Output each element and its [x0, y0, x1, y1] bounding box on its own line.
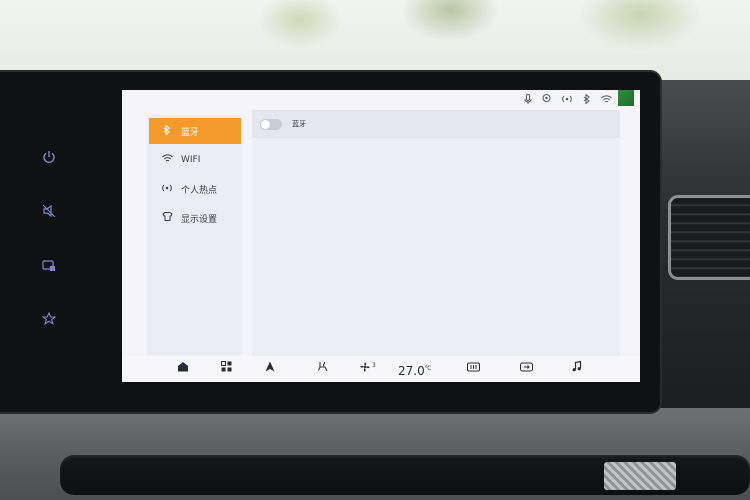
- temperature-value: 27.0: [398, 364, 425, 378]
- sidebar-item-label: 蓝牙: [181, 127, 200, 138]
- sidebar-item-label: 个人热点: [181, 185, 218, 196]
- infotainment-display: 蓝牙 WIFI 个人热点 显示设置 蓝牙 3 27.0℃: [0, 72, 660, 412]
- bluetooth-panel: 蓝牙: [252, 110, 620, 360]
- bluetooth-icon: [583, 93, 591, 107]
- recirculation-icon[interactable]: [520, 361, 533, 377]
- hotspot-icon: [161, 183, 173, 196]
- wifi-icon: [601, 94, 612, 107]
- sidebar-item-hotspot[interactable]: 个人热点: [149, 176, 241, 202]
- fan-level: 3: [372, 362, 376, 369]
- sidebar-item-wifi[interactable]: WIFI: [149, 147, 241, 173]
- broadcast-icon: [561, 94, 573, 107]
- bluetooth-icon: [161, 123, 173, 138]
- settings-sidebar: 蓝牙 WIFI 个人热点 显示设置: [147, 115, 242, 355]
- fan-icon[interactable]: [359, 361, 371, 377]
- lock-screen-icon[interactable]: [40, 258, 58, 276]
- status-bar: [122, 90, 640, 110]
- background-scenery: [0, 0, 750, 80]
- green-flag-icon: [618, 90, 634, 106]
- seat-heat-icon[interactable]: [317, 361, 329, 377]
- location-icon: [542, 94, 551, 107]
- hardware-button-rail: [0, 72, 122, 412]
- sidebar-item-label: 显示设置: [181, 214, 218, 225]
- sidebar-item-bluetooth[interactable]: 蓝牙: [149, 118, 241, 144]
- screen: 蓝牙 WIFI 个人热点 显示设置 蓝牙 3 27.0℃: [122, 90, 640, 382]
- rear-defrost-icon[interactable]: [467, 361, 480, 377]
- bluetooth-toggle[interactable]: [260, 118, 282, 130]
- mute-icon[interactable]: [40, 204, 58, 222]
- temperature-display[interactable]: 27.0℃: [398, 361, 432, 378]
- apps-icon[interactable]: [221, 361, 232, 377]
- microphone-icon: [524, 94, 532, 107]
- power-icon[interactable]: [40, 150, 58, 168]
- bottom-dock: 3 27.0℃: [122, 356, 640, 382]
- bluetooth-toggle-row: 蓝牙: [252, 110, 620, 138]
- navigation-icon[interactable]: [265, 361, 275, 377]
- sidebar-item-display[interactable]: 显示设置: [149, 205, 241, 231]
- temperature-unit: ℃: [424, 365, 432, 372]
- favorite-star-icon[interactable]: [40, 311, 58, 330]
- wifi-icon: [161, 154, 173, 166]
- bluetooth-toggle-label: 蓝牙: [292, 120, 306, 128]
- air-vent: [668, 195, 750, 280]
- display-icon: [161, 212, 173, 224]
- sidebar-item-label: WIFI: [181, 155, 201, 165]
- music-icon[interactable]: [572, 360, 582, 377]
- vehicle-badge: [604, 462, 676, 490]
- home-icon[interactable]: [177, 361, 189, 377]
